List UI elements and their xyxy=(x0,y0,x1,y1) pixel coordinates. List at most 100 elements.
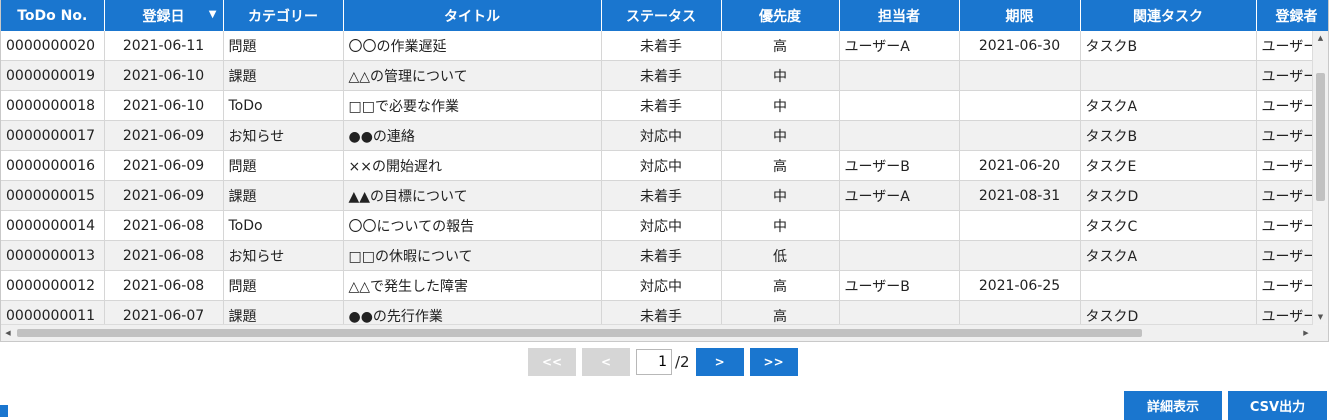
cell-due-date: 2021-06-20 xyxy=(959,150,1081,181)
last-page-button[interactable]: >> xyxy=(749,348,798,376)
cell-status: 未着手 xyxy=(601,60,722,91)
table-row[interactable]: 0000000012 2021-06-08 問題 △△で発生した障害 対応中高ユーザーB… xyxy=(1,270,1328,301)
table-row[interactable]: 0000000019 2021-06-10 課題 △△の管理について 未着手中ユーザーB xyxy=(1,60,1328,91)
cell-related-task: タスクC xyxy=(1080,210,1257,241)
cell-assignee xyxy=(839,60,960,91)
pagination: << < /2 > >> xyxy=(528,348,804,376)
column-header-label: 期限 xyxy=(1005,8,1034,25)
cell-related-task: タスクA xyxy=(1080,240,1257,271)
column-header-related-task[interactable]: 関連タスク xyxy=(1080,0,1257,31)
table-row[interactable]: 0000000016 2021-06-09 問題 ××の開始遅れ 対応中高ユーザーB 20… xyxy=(1,150,1328,181)
table-row[interactable]: 0000000018 2021-06-10 ToDo □□で必要な作業 未着手中 タスクA… xyxy=(1,90,1328,121)
cell-registered-date: 2021-06-08 xyxy=(104,270,224,301)
cell-priority: 中 xyxy=(721,120,840,151)
horizontal-scroll-thumb[interactable] xyxy=(17,329,1142,337)
cell-todo-no: 0000000016 xyxy=(1,150,105,181)
cell-status: 未着手 xyxy=(601,240,722,271)
edit-icon[interactable] xyxy=(0,405,8,417)
detail-view-button[interactable]: 詳細表示 xyxy=(1124,391,1222,420)
cell-registered-date: 2021-06-08 xyxy=(104,210,224,241)
cell-category: 問題 xyxy=(223,270,344,301)
column-header-registrant[interactable]: 登録者 xyxy=(1256,0,1328,31)
column-header-priority[interactable]: 優先度 xyxy=(721,0,840,31)
scroll-down-icon[interactable]: ▼ xyxy=(1313,310,1328,324)
table-row[interactable]: 0000000014 2021-06-08 ToDo 〇〇についての報告 対応中中 タスク… xyxy=(1,210,1328,241)
cell-assignee xyxy=(839,120,960,151)
csv-export-button[interactable]: CSV出力 xyxy=(1228,391,1327,420)
cell-registered-date: 2021-06-08 xyxy=(104,240,224,271)
cell-status: 対応中 xyxy=(601,150,722,181)
cell-category: 問題 xyxy=(223,31,344,61)
column-header-label: 登録日 xyxy=(142,8,185,25)
scroll-up-icon[interactable]: ▲ xyxy=(1313,31,1328,45)
cell-category: ToDo xyxy=(223,90,344,121)
cell-status: 未着手 xyxy=(601,180,722,211)
cell-status: 未着手 xyxy=(601,31,722,61)
cell-registered-date: 2021-06-11 xyxy=(104,31,224,61)
column-header-todo-no[interactable]: ToDo No. xyxy=(1,0,105,31)
scroll-corner xyxy=(1313,325,1328,341)
cell-due-date xyxy=(959,90,1081,121)
column-header-label: ToDo No. xyxy=(17,7,88,24)
page-number-input[interactable] xyxy=(636,349,672,375)
scroll-left-icon[interactable]: ◀ xyxy=(1,325,15,341)
cell-todo-no: 0000000012 xyxy=(1,270,105,301)
table-row[interactable]: 0000000020 2021-06-11 問題 〇〇の作業遅延 未着手高ユーザーA 20… xyxy=(1,31,1328,61)
cell-due-date xyxy=(959,210,1081,241)
prev-page-button[interactable]: < xyxy=(582,348,630,376)
scroll-right-icon[interactable]: ▶ xyxy=(1299,325,1313,341)
cell-title: 〇〇の作業遅延 xyxy=(343,31,602,61)
cell-related-task: タスクA xyxy=(1080,90,1257,121)
column-header-label: 優先度 xyxy=(759,8,801,25)
cell-due-date: 2021-08-31 xyxy=(959,180,1081,211)
column-header-registered-date[interactable]: 登録日 ▼ xyxy=(104,0,224,31)
first-page-button[interactable]: << xyxy=(528,348,576,376)
cell-registered-date: 2021-06-09 xyxy=(104,120,224,151)
sort-descending-icon[interactable]: ▼ xyxy=(209,9,217,20)
cell-todo-no: 0000000020 xyxy=(1,31,105,61)
cell-title: ▲▲の目標について xyxy=(343,180,602,211)
cell-registered-date: 2021-06-09 xyxy=(104,180,224,211)
cell-title: △△で発生した障害 xyxy=(343,270,602,301)
next-page-button[interactable]: > xyxy=(695,348,744,376)
column-header-label: ステータス xyxy=(626,8,696,25)
cell-todo-no: 0000000015 xyxy=(1,180,105,211)
column-header-due-date[interactable]: 期限 xyxy=(959,0,1081,31)
cell-category: 課題 xyxy=(223,60,344,91)
cell-priority: 高 xyxy=(721,150,840,181)
cell-todo-no: 0000000013 xyxy=(1,240,105,271)
cell-title: □□の休暇について xyxy=(343,240,602,271)
column-header-category[interactable]: カテゴリー xyxy=(223,0,344,31)
cell-todo-no: 0000000017 xyxy=(1,120,105,151)
table-row[interactable]: 0000000013 2021-06-08 お知らせ □□の休暇について 未着手低 タスク… xyxy=(1,240,1328,271)
horizontal-scrollbar[interactable]: ◀ ▶ xyxy=(1,324,1313,341)
todo-grid: ToDo No. 登録日 ▼ カテゴリー タイトル ステータス 優先度 担当者 期限 関連タスク 登… xyxy=(0,0,1329,342)
todo-table: ToDo No. 登録日 ▼ カテゴリー タイトル ステータス 優先度 担当者 期限 関連タスク 登… xyxy=(1,0,1328,331)
cell-category: お知らせ xyxy=(223,120,344,151)
cell-related-task: タスクE xyxy=(1080,150,1257,181)
vertical-scroll-thumb[interactable] xyxy=(1316,73,1325,201)
cell-assignee xyxy=(839,210,960,241)
cell-title: △△の管理について xyxy=(343,60,602,91)
column-header-assignee[interactable]: 担当者 xyxy=(839,0,960,31)
cell-category: お知らせ xyxy=(223,240,344,271)
cell-priority: 中 xyxy=(721,60,840,91)
table-row[interactable]: 0000000015 2021-06-09 課題 ▲▲の目標について 未着手中ユーザーA… xyxy=(1,180,1328,211)
cell-assignee xyxy=(839,240,960,271)
table-row[interactable]: 0000000017 2021-06-09 お知らせ ●●の連絡 対応中中タスクB ユーザ… xyxy=(1,120,1328,151)
cell-category: ToDo xyxy=(223,210,344,241)
cell-due-date: 2021-06-30 xyxy=(959,31,1081,61)
cell-due-date: 2021-06-25 xyxy=(959,270,1081,301)
vertical-scrollbar[interactable]: ▲ ▼ xyxy=(1312,31,1328,324)
cell-title: ●●の連絡 xyxy=(343,120,602,151)
cell-registered-date: 2021-06-09 xyxy=(104,150,224,181)
cell-todo-no: 0000000014 xyxy=(1,210,105,241)
column-header-title[interactable]: タイトル xyxy=(343,0,602,31)
cell-priority: 高 xyxy=(721,31,840,61)
cell-due-date xyxy=(959,240,1081,271)
column-header-label: カテゴリー xyxy=(248,8,318,25)
column-header-status[interactable]: ステータス xyxy=(601,0,722,31)
column-header-label: 担当者 xyxy=(878,8,920,25)
cell-assignee: ユーザーB xyxy=(839,150,960,181)
header-row: ToDo No. 登録日 ▼ カテゴリー タイトル ステータス 優先度 担当者 期限 関連タスク 登… xyxy=(1,0,1328,31)
